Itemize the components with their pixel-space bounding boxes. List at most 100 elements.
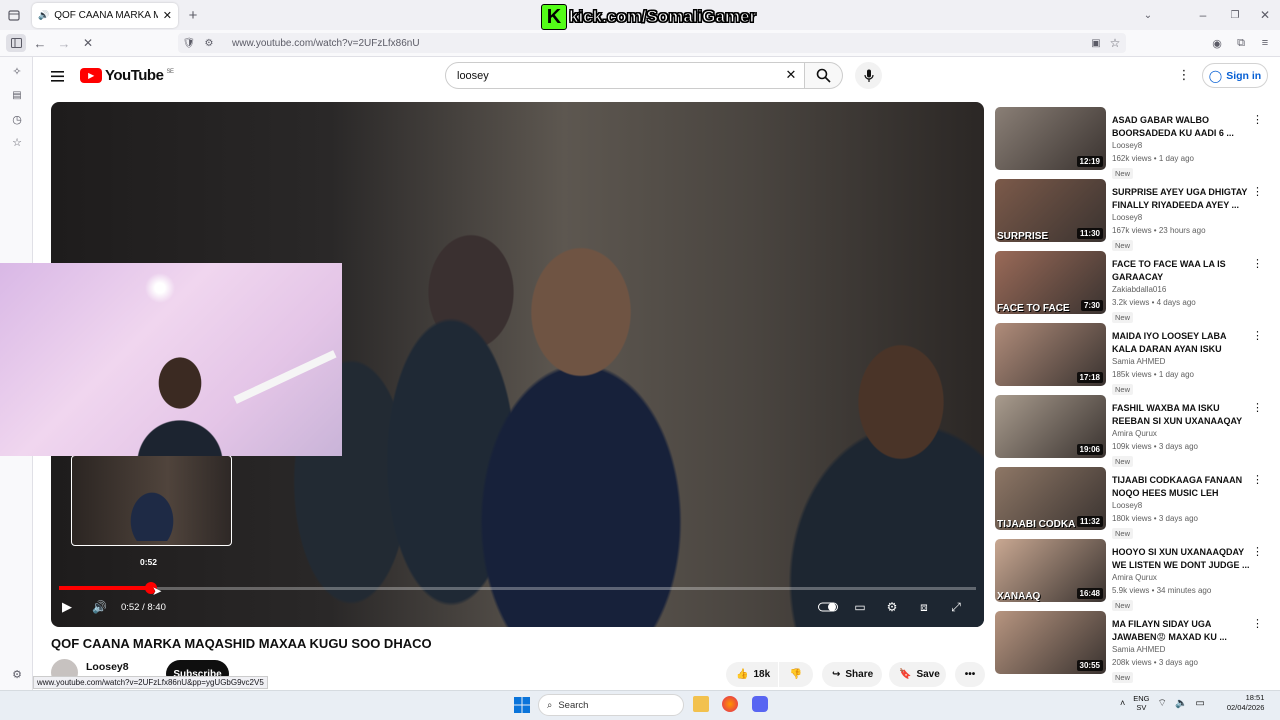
sign-in-button[interactable]: ◯ Sign in: [1202, 63, 1268, 88]
recommendation-channel[interactable]: Samia AHMED: [1112, 645, 1165, 654]
restore-icon[interactable]: ❐: [1228, 8, 1242, 22]
recommendation-thumbnail[interactable]: TIJAABI CODKA 11:32: [995, 467, 1106, 530]
forward-arrow-icon[interactable]: →: [57, 35, 71, 51]
recommendation-card[interactable]: SURPRISE 11:30 SURPRISE AYEY UGA DHIGTAY F…: [995, 179, 1265, 251]
recommendation-channel[interactable]: Loosey8: [1112, 141, 1142, 150]
clock[interactable]: 18:51 02/04/2026: [1227, 693, 1265, 713]
permissions-icon[interactable]: ⚙: [202, 36, 216, 50]
recommendation-title[interactable]: MA FILAYN SIDAY UGA JAWABEN😡 MAXAD KU ..…: [1112, 618, 1250, 644]
save-button[interactable]: 🔖 Save: [889, 662, 946, 687]
tab-overview-icon[interactable]: [6, 8, 22, 22]
recommendation-thumbnail[interactable]: 17:18: [995, 323, 1106, 386]
more-options-icon[interactable]: ⋮: [1252, 473, 1263, 486]
browser-tab-active[interactable]: 🔊 QOF CAANA MARKA MAQASHI ✕: [32, 3, 178, 28]
recommendation-card[interactable]: 30:55 MA FILAYN SIDAY UGA JAWABEN😡 MAXAD …: [995, 611, 1265, 683]
recommendation-title[interactable]: HOOYO SI XUN UXANAAQDAY WE LISTEN WE DON…: [1112, 546, 1250, 572]
recommendation-title[interactable]: MAIDA IYO LOOSEY LABA KALA DARAN AYAN IS…: [1112, 330, 1250, 356]
youtube-logo[interactable]: ▶ YouTube SE: [80, 67, 174, 84]
sidebar-toggle-icon[interactable]: [6, 34, 26, 52]
recommendation-card[interactable]: 12:19 ASAD GABAR WALBO BOORSADEDA KU AADI…: [995, 107, 1265, 179]
recommendation-channel[interactable]: Zakiabdalla016: [1112, 285, 1166, 294]
search-input[interactable]: loosey: [445, 62, 805, 89]
recommendation-card[interactable]: TIJAABI CODKA 11:32 TIJAABI CODKAAGA FANAA…: [995, 467, 1265, 539]
volume-icon[interactable]: 🔊: [92, 600, 107, 614]
minimize-icon[interactable]: –: [1196, 8, 1210, 22]
synced-tabs-icon[interactable]: ▤: [10, 88, 24, 102]
more-options-icon[interactable]: ⋮: [1252, 401, 1263, 414]
fullscreen-icon[interactable]: ⤢: [946, 599, 966, 615]
taskbar-search-box[interactable]: ⌕ Search: [538, 694, 684, 716]
language-indicator[interactable]: ENG SV: [1133, 694, 1149, 712]
windows-start-icon[interactable]: [514, 697, 530, 713]
file-explorer-icon[interactable]: [693, 696, 709, 712]
close-tab-icon[interactable]: ✕: [163, 9, 172, 22]
wifi-icon[interactable]: ⌔: [1158, 697, 1167, 710]
share-button[interactable]: ↪ Share: [822, 662, 882, 687]
hamburger-menu-icon[interactable]: [51, 69, 65, 82]
recommendation-title[interactable]: FACE TO FACE WAA LA IS GARAACAY: [1112, 258, 1250, 284]
back-arrow-icon[interactable]: ←: [33, 35, 47, 51]
tray-chevron-icon[interactable]: ˄: [1120, 698, 1125, 708]
history-icon[interactable]: ◷: [10, 112, 24, 126]
recommendation-channel[interactable]: Loosey8: [1112, 213, 1142, 222]
extensions-icon[interactable]: ⧉: [1234, 36, 1248, 50]
recommendation-channel[interactable]: Samia AHMED: [1112, 357, 1165, 366]
autoplay-toggle-icon[interactable]: [818, 599, 838, 615]
customize-sidebar-icon[interactable]: ⚙: [10, 667, 24, 681]
progress-bar[interactable]: [59, 587, 976, 590]
more-options-icon[interactable]: ⋮: [1252, 329, 1263, 342]
recommendation-thumbnail[interactable]: 19:06: [995, 395, 1106, 458]
close-window-icon[interactable]: ✕: [1258, 8, 1272, 22]
subtitles-icon[interactable]: ▭: [850, 599, 870, 615]
channel-name[interactable]: Loosey8: [86, 661, 129, 673]
list-tabs-chevron-icon[interactable]: ⌄: [1142, 9, 1154, 21]
miniplayer-icon[interactable]: ⧈: [914, 599, 934, 615]
recommendation-card[interactable]: 19:06 FASHIL WAXBA MA ISKU REEBAN SI XUN …: [995, 395, 1265, 467]
stop-loading-icon[interactable]: ✕: [81, 35, 95, 51]
firefox-icon[interactable]: [722, 696, 738, 712]
recommendation-channel[interactable]: Amira Qurux: [1112, 429, 1157, 438]
url-bar[interactable]: www.youtube.com/watch?v=2UFzLfx86nU: [178, 33, 1126, 53]
shield-icon[interactable]: 🛡: [183, 36, 196, 50]
settings-more-icon[interactable]: ⋮: [1177, 67, 1191, 83]
menu-icon[interactable]: ≡: [1258, 36, 1272, 50]
bookmarks-icon[interactable]: ☆: [10, 135, 24, 149]
recommendation-title[interactable]: FASHIL WAXBA MA ISKU REEBAN SI XUN UXANA…: [1112, 402, 1250, 428]
more-options-icon[interactable]: ⋮: [1252, 113, 1263, 126]
ai-chatbot-icon[interactable]: ✧: [10, 64, 24, 78]
dislike-button[interactable]: 👎: [779, 662, 813, 687]
picture-in-picture-icon[interactable]: ▣: [1089, 36, 1103, 50]
speaker-icon[interactable]: 🔈: [1175, 698, 1187, 709]
recommendation-thumbnail[interactable]: SURPRISE 11:30: [995, 179, 1106, 242]
recommendation-thumbnail[interactable]: FACE TO FACE 7:30: [995, 251, 1106, 314]
recommendation-channel[interactable]: Loosey8: [1112, 501, 1142, 510]
clear-search-icon[interactable]: ✕: [783, 67, 799, 83]
like-button[interactable]: 👍 18k: [726, 662, 778, 687]
settings-gear-icon[interactable]: ⚙: [882, 599, 902, 615]
search-button[interactable]: [805, 62, 843, 89]
audio-playing-icon[interactable]: 🔊: [38, 10, 49, 21]
more-actions-button[interactable]: •••: [955, 662, 985, 687]
recommendation-channel[interactable]: Amira Qurux: [1112, 573, 1157, 582]
recommendation-title[interactable]: ASAD GABAR WALBO BOORSADEDA KU AADI 6 ..…: [1112, 114, 1250, 140]
more-options-icon[interactable]: ⋮: [1252, 545, 1263, 558]
recommendation-card[interactable]: 17:18 MAIDA IYO LOOSEY LABA KALA DARAN AY…: [995, 323, 1265, 395]
recommendation-thumbnail[interactable]: XANAAQ 16:48: [995, 539, 1106, 602]
recommendation-card[interactable]: XANAAQ 16:48 HOOYO SI XUN UXANAAQDAY WE LI…: [995, 539, 1265, 611]
recommendation-card[interactable]: FACE TO FACE 7:30 FACE TO FACE WAA LA IS G…: [995, 251, 1265, 323]
more-options-icon[interactable]: ⋮: [1252, 617, 1263, 630]
more-options-icon[interactable]: ⋮: [1252, 257, 1263, 270]
more-options-icon[interactable]: ⋮: [1252, 185, 1263, 198]
voice-search-button[interactable]: [855, 62, 882, 89]
recommendation-title[interactable]: TIJAABI CODKAAGA FANAAN NOQO HEES MUSIC …: [1112, 474, 1250, 500]
recommendation-thumbnail[interactable]: 12:19: [995, 107, 1106, 170]
play-icon[interactable]: ▶: [62, 599, 78, 615]
recommendation-thumbnail[interactable]: 30:55: [995, 611, 1106, 674]
discord-icon[interactable]: [752, 696, 768, 712]
taskbar-search-placeholder: Search: [558, 699, 589, 711]
battery-icon[interactable]: ▭: [1195, 698, 1204, 709]
new-tab-icon[interactable]: +: [186, 7, 200, 24]
bookmark-star-icon[interactable]: ☆: [1108, 36, 1122, 50]
recommendation-title[interactable]: SURPRISE AYEY UGA DHIGTAY FINALLY RIYADE…: [1112, 186, 1250, 212]
account-icon[interactable]: ◉: [1210, 36, 1224, 50]
